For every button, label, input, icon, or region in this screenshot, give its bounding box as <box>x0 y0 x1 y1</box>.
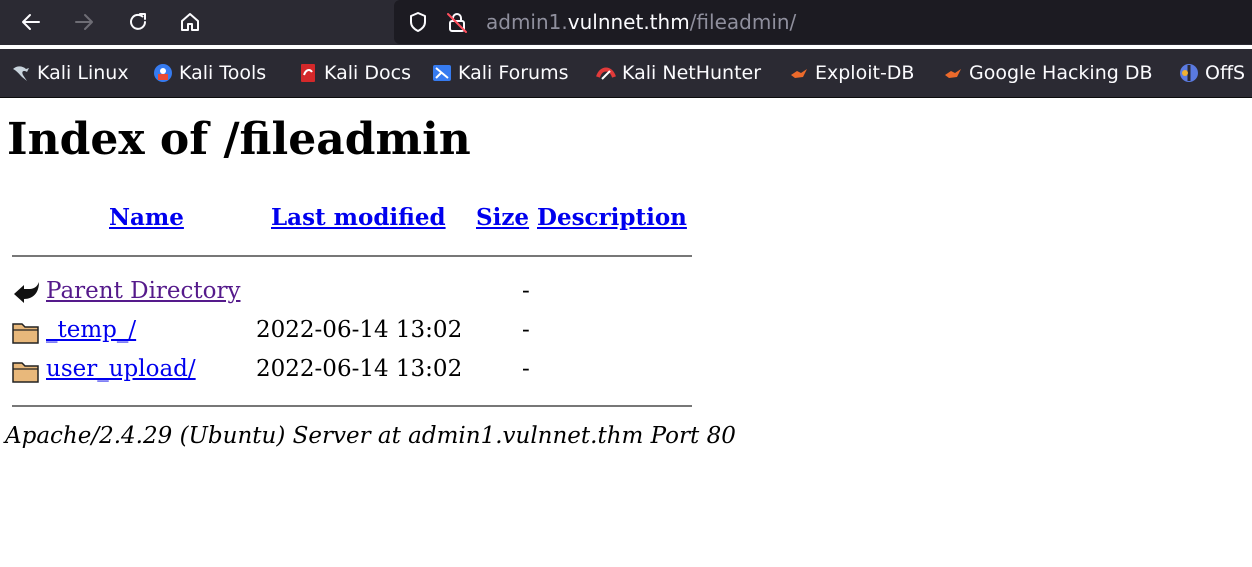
row-modified: 2022-06-14 13:02 <box>256 356 463 382</box>
row-size: - <box>522 356 530 382</box>
forward-button[interactable] <box>67 6 101 38</box>
bookmark-label: Exploit-DB <box>815 62 915 84</box>
kali-nethunter-icon <box>596 63 616 83</box>
bookmark-kali-nethunter[interactable]: Kali NetHunter <box>596 61 761 85</box>
bookmark-label: Kali Docs <box>324 62 411 84</box>
kali-tools-icon <box>153 63 173 83</box>
column-header-last-modified[interactable]: Last modified <box>271 204 446 231</box>
bookmark-offsec[interactable]: OffS <box>1179 61 1245 85</box>
bookmark-label: Kali Forums <box>458 62 569 84</box>
bookmarks-toolbar: Kali Linux Kali Tools Kali Docs Kali For… <box>0 49 1252 98</box>
row-modified: 2022-06-14 13:02 <box>256 317 463 343</box>
url-path: /fileadmin/ <box>689 10 797 34</box>
url-host: vulnnet.thm <box>567 10 690 34</box>
insecure-lock-icon[interactable] <box>446 11 468 33</box>
bookmark-kali-forums[interactable]: Kali Forums <box>432 61 569 85</box>
row-size: - <box>522 278 530 304</box>
kali-docs-icon <box>298 63 318 83</box>
bookmark-label: Kali Linux <box>37 62 129 84</box>
page-content: Index of /fileadmin Name Last modified S… <box>0 98 1252 567</box>
row-size: - <box>522 317 530 343</box>
server-signature: Apache/2.4.29 (Ubuntu) Server at admin1.… <box>5 423 736 449</box>
page-title: Index of /fileadmin <box>7 114 471 165</box>
folder-icon <box>12 323 39 344</box>
bookmark-label: OffS <box>1205 62 1246 84</box>
bookmark-exploit-db[interactable]: Exploit-DB <box>789 61 914 85</box>
column-header-size[interactable]: Size <box>476 204 529 231</box>
offsec-icon <box>1179 63 1199 83</box>
shield-icon[interactable] <box>408 11 428 33</box>
bookmark-label: Kali NetHunter <box>622 62 762 84</box>
kali-dragon-icon <box>11 63 31 83</box>
reload-icon <box>130 13 146 30</box>
navigation-toolbar: admin1.vulnnet.thm/fileadmin/ <box>0 0 1252 45</box>
bookmark-kali-docs[interactable]: Kali Docs <box>298 61 411 85</box>
kali-forums-icon <box>432 63 452 83</box>
address-bar[interactable]: admin1.vulnnet.thm/fileadmin/ <box>394 0 1252 44</box>
forward-arrow-icon <box>75 14 93 30</box>
directory-link[interactable]: user_upload/ <box>46 356 196 382</box>
back-arrow-icon <box>14 282 39 303</box>
column-header-description[interactable]: Description <box>537 204 687 231</box>
folder-icon <box>12 362 39 383</box>
bookmark-label: Google Hacking DB <box>969 62 1153 84</box>
exploit-db-icon <box>789 63 809 83</box>
url-text[interactable]: admin1.vulnnet.thm/fileadmin/ <box>486 9 796 35</box>
bookmark-label: Kali Tools <box>179 62 267 84</box>
directory-link[interactable]: _temp_/ <box>46 317 136 343</box>
bookmark-google-hacking-db[interactable]: Google Hacking DB <box>943 61 1153 85</box>
back-arrow-icon <box>22 14 40 30</box>
reload-button[interactable] <box>121 6 155 38</box>
footer-divider <box>12 405 692 407</box>
url-subdomain: admin1. <box>486 10 568 34</box>
bookmark-kali-linux[interactable]: Kali Linux <box>11 61 129 85</box>
parent-directory-link[interactable]: Parent Directory <box>46 278 241 304</box>
bookmark-kali-tools[interactable]: Kali Tools <box>153 61 266 85</box>
home-icon <box>181 13 199 31</box>
home-button[interactable] <box>173 6 207 38</box>
back-button[interactable] <box>14 6 48 38</box>
header-divider <box>12 255 692 257</box>
column-header-name[interactable]: Name <box>109 204 184 231</box>
google-hacking-db-icon <box>943 63 963 83</box>
